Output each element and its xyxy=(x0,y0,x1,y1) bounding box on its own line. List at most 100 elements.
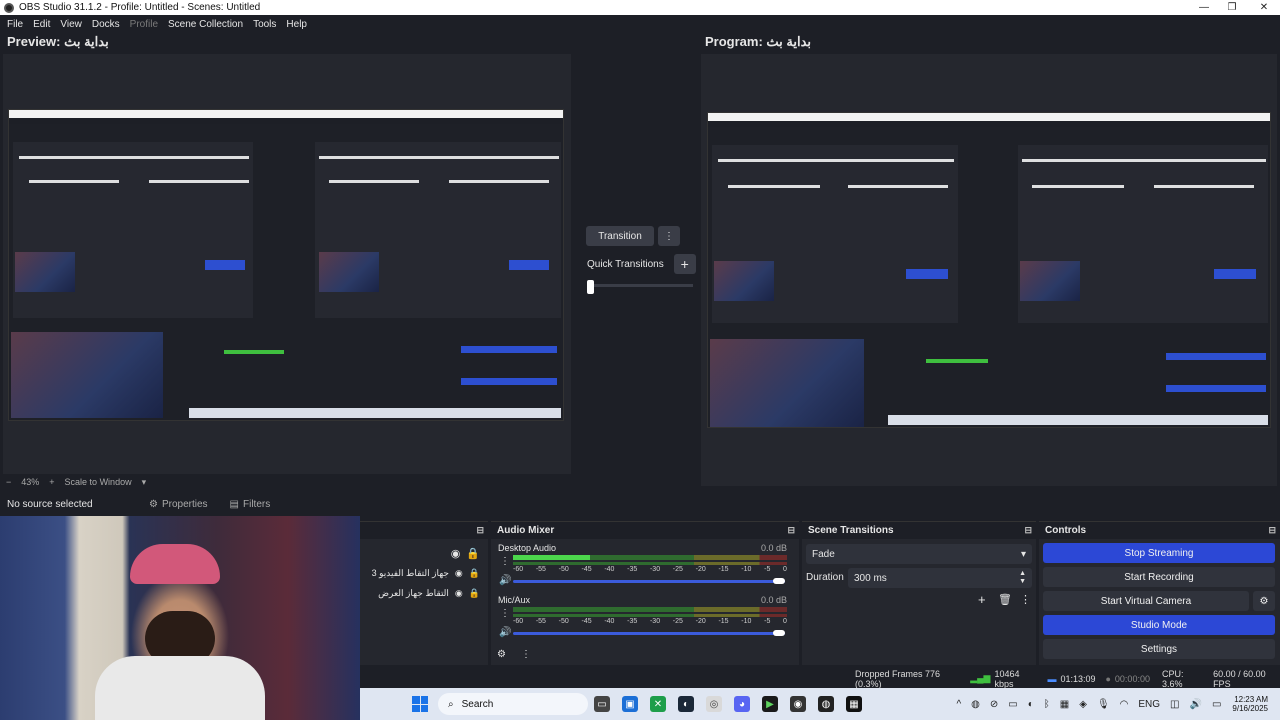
undock-icon[interactable]: ⊟ xyxy=(1268,525,1276,536)
tick-label: -40 xyxy=(604,566,615,573)
duration-spinbox[interactable]: 300 ms ▲ ▼ xyxy=(848,568,1032,588)
network-icon[interactable]: ◫ xyxy=(1170,699,1179,710)
mic-aux-menu-icon[interactable]: ⋮ xyxy=(500,608,510,619)
maximize-button[interactable]: ❐ xyxy=(1216,0,1248,15)
source-item[interactable]: التقاط جهاز العرض ◉ 🔒 xyxy=(360,584,488,602)
menu-edit[interactable]: Edit xyxy=(28,19,55,30)
zoom-in-button[interactable]: + xyxy=(49,477,54,487)
start-recording-button[interactable]: Start Recording xyxy=(1043,567,1275,587)
studio-mode-button[interactable]: Studio Mode xyxy=(1043,615,1275,635)
eye-icon[interactable]: ◉ xyxy=(451,547,461,560)
chevron-up-icon[interactable]: ^ xyxy=(956,699,961,710)
trash-icon[interactable]: 🗑 xyxy=(998,593,1012,606)
preview-display[interactable] xyxy=(3,54,571,474)
undock-icon[interactable]: ⊟ xyxy=(787,525,795,536)
menu-profile[interactable]: Profile xyxy=(125,19,163,30)
bluetooth-icon[interactable]: ᛒ xyxy=(1044,699,1050,710)
signal-bars-icon: ▂▄▆ xyxy=(970,673,991,683)
transition-slider[interactable] xyxy=(587,280,693,294)
menu-tools[interactable]: Tools xyxy=(248,19,281,30)
scene-transitions-title: Scene Transitions ⊟ xyxy=(802,522,1036,539)
menu-help[interactable]: Help xyxy=(281,19,312,30)
tick-label: -20 xyxy=(695,566,706,573)
desktop-audio-menu-icon[interactable]: ⋮ xyxy=(500,556,510,567)
grid-icon[interactable]: ▦ xyxy=(1060,699,1069,710)
task-view-icon[interactable]: ▭ xyxy=(594,696,610,712)
menu-view[interactable]: View xyxy=(55,19,87,30)
tick-label: -50 xyxy=(558,566,569,573)
speaker-icon[interactable]: 🔊 xyxy=(499,627,511,638)
system-tray: ^ ◍ ⊘ ▭ ◐ ᛒ ▦ ◈ 🎙 ◠ ENG ◫ 🔊 ▭ 12:23 AM 9… xyxy=(951,695,1280,713)
sources-dock-title: ⊟ xyxy=(360,522,488,539)
mixer-more-icon[interactable]: ⋮ xyxy=(521,649,531,660)
desktop-audio-meter-level xyxy=(513,555,590,560)
obs-icon[interactable]: ◍ xyxy=(818,696,834,712)
mixer-settings-icon[interactable]: ⚙ xyxy=(497,649,506,660)
desktop-audio-volume-knob[interactable] xyxy=(773,578,785,584)
security-icon[interactable]: ◈ xyxy=(1079,699,1087,710)
discord-icon[interactable]: ◕ xyxy=(734,696,750,712)
transition-more-icon[interactable]: ⋮ xyxy=(1020,593,1031,606)
add-transition-button[interactable]: + xyxy=(978,592,986,607)
xbox-icon[interactable]: ✕ xyxy=(650,696,666,712)
menu-file[interactable]: File xyxy=(2,19,28,30)
webcam-shirt xyxy=(95,656,265,720)
mic-aux-volume-knob[interactable] xyxy=(773,630,785,636)
tick-label: -50 xyxy=(558,618,569,625)
transition-slider-handle[interactable] xyxy=(587,280,594,294)
store-icon[interactable]: ▣ xyxy=(622,696,638,712)
edge-icon[interactable]: ◍ xyxy=(971,699,980,710)
wifi-icon[interactable]: ◠ xyxy=(1120,699,1129,710)
transition-more-button[interactable]: ⋮ xyxy=(658,226,680,246)
battery-icon[interactable]: ▭ xyxy=(1212,699,1221,710)
eye-icon[interactable]: ◉ xyxy=(455,568,463,579)
transition-type-select[interactable]: Fade ▾ xyxy=(806,544,1032,564)
zoom-out-button[interactable]: − xyxy=(6,477,11,487)
taskbar-search[interactable]: ⌕ Search xyxy=(438,693,588,715)
media-icon[interactable]: ◉ xyxy=(790,696,806,712)
clock[interactable]: 12:23 AM 9/16/2025 xyxy=(1232,695,1268,713)
network-off-icon[interactable]: ⊘ xyxy=(990,699,998,710)
lock-icon[interactable]: 🔒 xyxy=(466,547,480,560)
audio-mixer-dock: Audio Mixer ⊟ Desktop Audio 0.0 dB ⋮ -60… xyxy=(491,521,799,665)
source-item[interactable]: ◉ 🔒 xyxy=(360,544,488,562)
chrome-icon[interactable]: ◎ xyxy=(706,696,722,712)
eye-icon[interactable]: ◉ xyxy=(455,588,463,599)
mic-aux-volume-slider[interactable] xyxy=(513,632,785,635)
microphone-icon[interactable]: 🎙 xyxy=(1097,699,1110,710)
webcam-overlay xyxy=(0,516,360,720)
transition-button[interactable]: Transition xyxy=(586,226,654,246)
windows-start-icon[interactable] xyxy=(412,696,428,712)
lock-icon[interactable]: 🔒 xyxy=(469,568,480,579)
terminal-icon[interactable]: ▶ xyxy=(762,696,778,712)
stop-streaming-button[interactable]: Stop Streaming xyxy=(1043,543,1275,563)
volume-icon[interactable]: 🔊 xyxy=(1190,699,1202,710)
display-icon[interactable]: ▭ xyxy=(1008,699,1017,710)
steam-tray-icon[interactable]: ◐ xyxy=(1028,699,1034,710)
source-item[interactable]: جهاز التقاط الفيديو 3 ◉ 🔒 xyxy=(360,564,488,582)
menu-bar: File Edit View Docks Profile Scene Colle… xyxy=(0,15,1280,33)
chevron-down-icon[interactable]: ▾ xyxy=(142,477,147,488)
language-indicator[interactable]: ENG xyxy=(1138,699,1160,710)
close-button[interactable]: ✕ xyxy=(1248,0,1280,15)
menu-docks[interactable]: Docks xyxy=(87,19,125,30)
speaker-icon[interactable]: 🔊 xyxy=(499,575,511,586)
lock-icon[interactable]: 🔒 xyxy=(469,588,480,599)
game-icon[interactable]: ▦ xyxy=(846,696,862,712)
add-quick-transition-button[interactable]: + xyxy=(673,254,696,274)
steam-icon[interactable]: ◐ xyxy=(678,696,694,712)
filters-button[interactable]: ▤ Filters xyxy=(230,499,271,510)
undock-icon[interactable]: ⊟ xyxy=(1024,525,1032,536)
desktop-audio-db: 0.0 dB xyxy=(760,543,787,553)
spin-arrows-icon[interactable]: ▲ ▼ xyxy=(1019,570,1026,586)
desktop-audio-volume-slider[interactable] xyxy=(513,580,785,583)
cpu-usage: CPU: 3.6% xyxy=(1161,668,1184,689)
start-virtual-camera-button[interactable]: Start Virtual Camera xyxy=(1043,591,1249,611)
properties-button[interactable]: ⚙ Properties xyxy=(149,499,208,510)
clock-time: 12:23 AM xyxy=(1234,695,1268,704)
settings-button[interactable]: Settings xyxy=(1043,639,1275,659)
menu-scene-collection[interactable]: Scene Collection xyxy=(163,19,248,30)
virtual-camera-settings-button[interactable]: ⚙ xyxy=(1253,591,1275,611)
scale-mode-select[interactable]: Scale to Window xyxy=(65,477,132,487)
undock-icon[interactable]: ⊟ xyxy=(476,525,484,536)
